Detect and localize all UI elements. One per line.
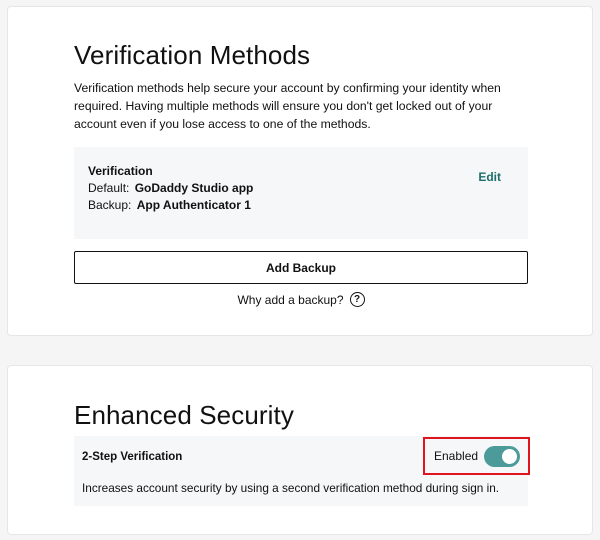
backup-method-row: Backup: App Authenticator 1 [88, 198, 251, 212]
enhanced-security-title: Enhanced Security [74, 400, 294, 430]
edit-link[interactable]: Edit [478, 170, 501, 184]
two-step-verification-label: 2-Step Verification [82, 451, 183, 463]
default-method-row: Default: GoDaddy Studio app [88, 181, 253, 195]
default-method-label: Default: [88, 181, 130, 195]
verification-methods-card: Verification Methods Verification method… [7, 6, 593, 336]
why-add-backup-row: Why add a backup? ? [8, 292, 594, 307]
two-step-verification-toggle[interactable] [484, 445, 521, 467]
two-step-toggle-highlight: Enabled [423, 437, 530, 475]
enhanced-security-card: Enhanced Security 2-Step Verification En… [7, 365, 593, 535]
verification-method-panel: Verification Default: GoDaddy Studio app… [74, 147, 528, 239]
why-add-backup-text: Why add a backup? [237, 292, 344, 307]
toggle-status-label: Enabled [434, 449, 479, 463]
toggle-knob [502, 448, 518, 464]
verification-methods-intro: Verification methods help secure your ac… [74, 81, 501, 131]
verification-methods-title: Verification Methods [74, 40, 311, 70]
backup-method-label: Backup: [88, 198, 132, 212]
backup-method-value: App Authenticator 1 [136, 198, 251, 212]
verification-heading: Verification [88, 164, 153, 178]
help-icon[interactable]: ? [349, 292, 365, 307]
two-step-verification-description: Increases account security by using a se… [82, 481, 500, 495]
add-backup-button[interactable]: Add Backup [74, 251, 528, 284]
two-step-verification-row: 2-Step Verification Enabled Increases ac… [74, 436, 530, 506]
default-method-value: GoDaddy Studio app [134, 181, 254, 195]
